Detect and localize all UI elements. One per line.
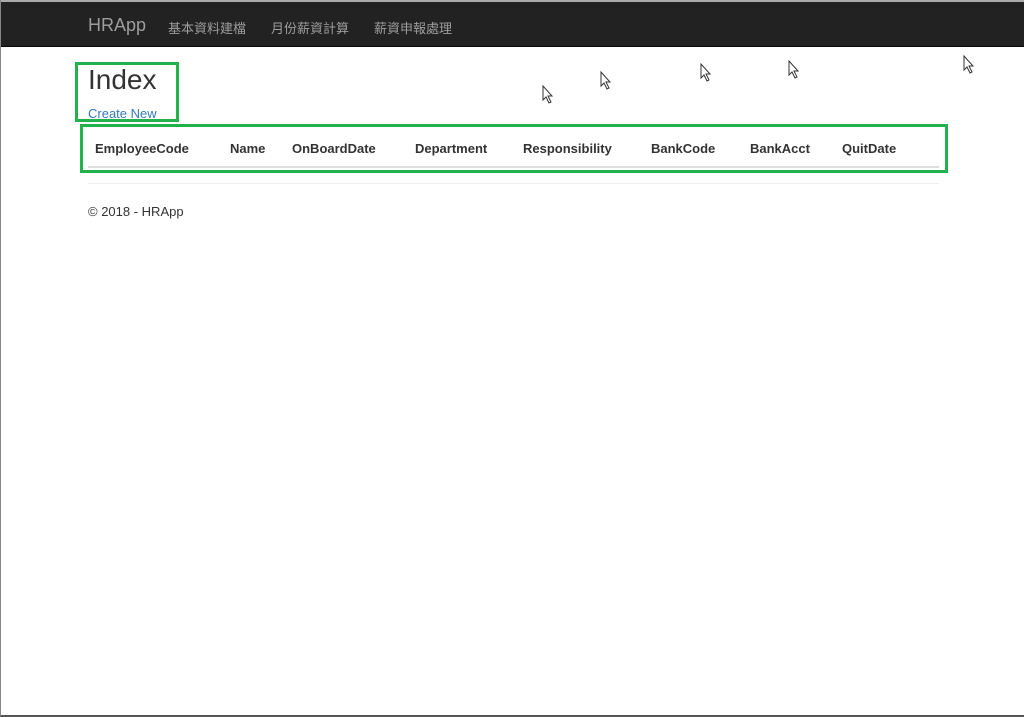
footer-divider <box>88 183 939 184</box>
cursor-icon <box>700 63 712 82</box>
cursor-icon <box>963 55 975 74</box>
brand-link[interactable]: HRApp <box>88 15 146 36</box>
nav-item-monthly-salary[interactable]: 月份薪資計算 <box>271 18 349 37</box>
nav-item-basic-data[interactable]: 基本資料建檔 <box>168 18 246 37</box>
footer-text: © 2018 - HRApp <box>88 204 184 219</box>
highlight-box-table <box>80 124 948 173</box>
navbar: HRApp 基本資料建檔 月份薪資計算 薪資申報處理 <box>1 0 1024 47</box>
nav-item-salary-report[interactable]: 薪資申報處理 <box>374 18 452 37</box>
highlight-box-title <box>75 62 179 122</box>
cursor-icon <box>788 60 800 79</box>
cursor-icon <box>600 71 612 90</box>
cursor-icon <box>542 85 554 104</box>
